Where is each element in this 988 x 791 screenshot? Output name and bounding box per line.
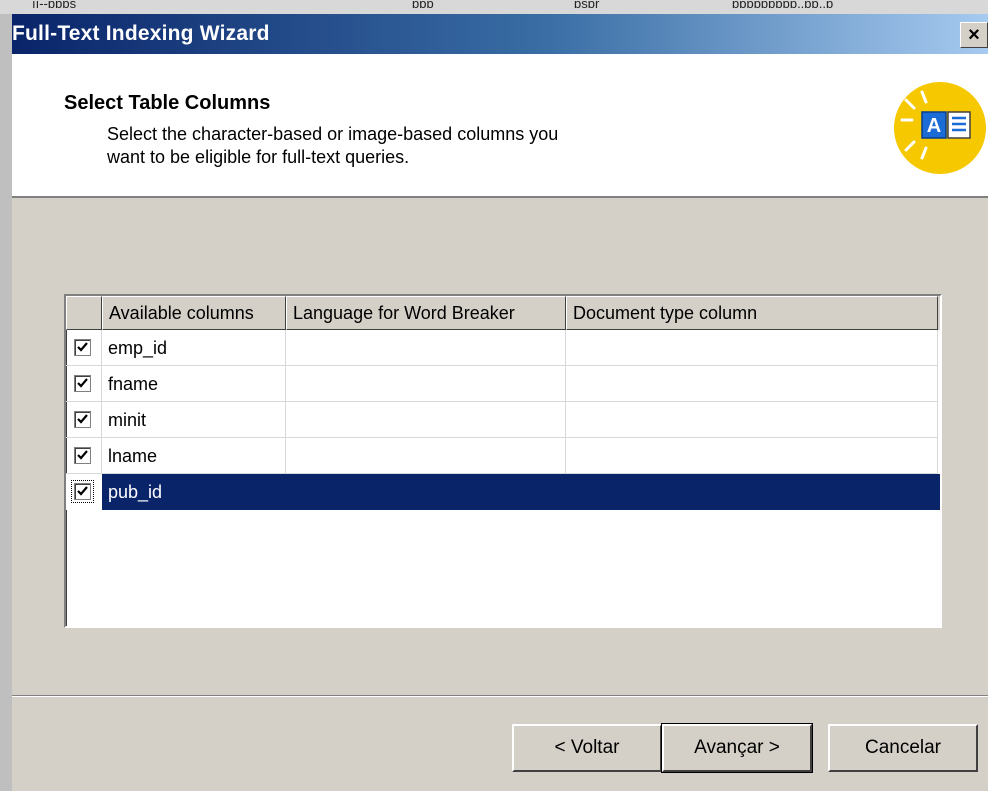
back-button[interactable]: < Voltar — [512, 724, 662, 772]
full-text-index-icon: A — [894, 82, 986, 174]
document-type-cell[interactable] — [566, 402, 938, 438]
checkmark-icon — [77, 414, 88, 424]
table-row[interactable]: emp_id — [66, 330, 940, 366]
checkbox-cell — [66, 474, 102, 510]
footer-separator — [12, 695, 988, 697]
column-name: pub_id — [108, 482, 163, 502]
row-checkbox[interactable] — [71, 480, 94, 503]
close-icon: × — [968, 24, 980, 46]
checkmark-icon — [77, 378, 88, 388]
column-name: emp_id — [108, 338, 168, 358]
background-cell: ɒɒɒɒɒɒɒɒɒ..ɒɒ..ɒ — [732, 0, 834, 11]
checkbox-cell — [66, 402, 102, 438]
document-type-cell[interactable] — [566, 438, 938, 474]
next-button[interactable]: Avançar > — [661, 723, 813, 773]
background-cell: ıı--ɒɒɒs — [32, 0, 77, 11]
document-type-cell[interactable] — [566, 330, 938, 366]
row-checkbox[interactable] — [74, 339, 91, 356]
table-row[interactable]: fname — [66, 366, 940, 402]
columns-list[interactable]: Available columns Language for Word Brea… — [64, 294, 942, 628]
table-row[interactable]: minit — [66, 402, 940, 438]
window-title: Full-Text Indexing Wizard — [12, 22, 270, 45]
wizard-header: Select Table Columns Select the characte… — [12, 54, 988, 198]
page-title: Select Table Columns — [64, 92, 271, 114]
page-description: Select the character-based or image-base… — [107, 123, 707, 169]
document-type-cell[interactable] — [566, 366, 938, 402]
checkbox-column-header[interactable] — [66, 296, 102, 330]
language-cell[interactable] — [286, 366, 566, 402]
background-window-edge — [0, 14, 12, 791]
background-cell: ɒɒɒ — [412, 0, 434, 11]
row-checkbox[interactable] — [74, 411, 91, 428]
table-row-selected[interactable]: pub_id — [66, 474, 940, 510]
language-cell[interactable] — [286, 330, 566, 366]
column-header-language[interactable]: Language for Word Breaker — [286, 296, 566, 330]
close-button[interactable]: × — [960, 22, 988, 48]
wizard-dialog: Full-Text Indexing Wizard × Select Table… — [12, 14, 988, 791]
column-name: minit — [108, 410, 147, 430]
description-line: Select the character-based or image-base… — [107, 124, 559, 144]
column-name: fname — [108, 374, 159, 394]
checkmark-icon — [77, 486, 88, 496]
column-header-document-type[interactable]: Document type column — [566, 296, 938, 330]
column-name: lname — [108, 446, 158, 466]
description-line: want to be eligible for full-text querie… — [107, 147, 410, 167]
checkmark-icon — [77, 450, 88, 460]
title-bar[interactable]: Full-Text Indexing Wizard × — [12, 14, 988, 54]
list-header: Available columns Language for Word Brea… — [66, 296, 940, 330]
language-cell[interactable] — [286, 438, 566, 474]
svg-text:A: A — [927, 115, 941, 137]
column-header-available[interactable]: Available columns — [102, 296, 286, 330]
cancel-button[interactable]: Cancelar — [828, 724, 978, 772]
table-row[interactable]: lname — [66, 438, 940, 474]
background-window-strip: ıı--ɒɒɒs ɒɒɒ ɒsɒr ɒɒɒɒɒɒɒɒɒ..ɒɒ..ɒ — [0, 0, 988, 14]
checkbox-cell — [66, 438, 102, 474]
row-checkbox[interactable] — [74, 447, 91, 464]
language-cell[interactable] — [286, 402, 566, 438]
checkbox-cell — [66, 330, 102, 366]
background-cell: ɒsɒr — [574, 0, 600, 11]
row-checkbox[interactable] — [74, 375, 91, 392]
checkbox-cell — [66, 366, 102, 402]
checkmark-icon — [77, 342, 88, 352]
